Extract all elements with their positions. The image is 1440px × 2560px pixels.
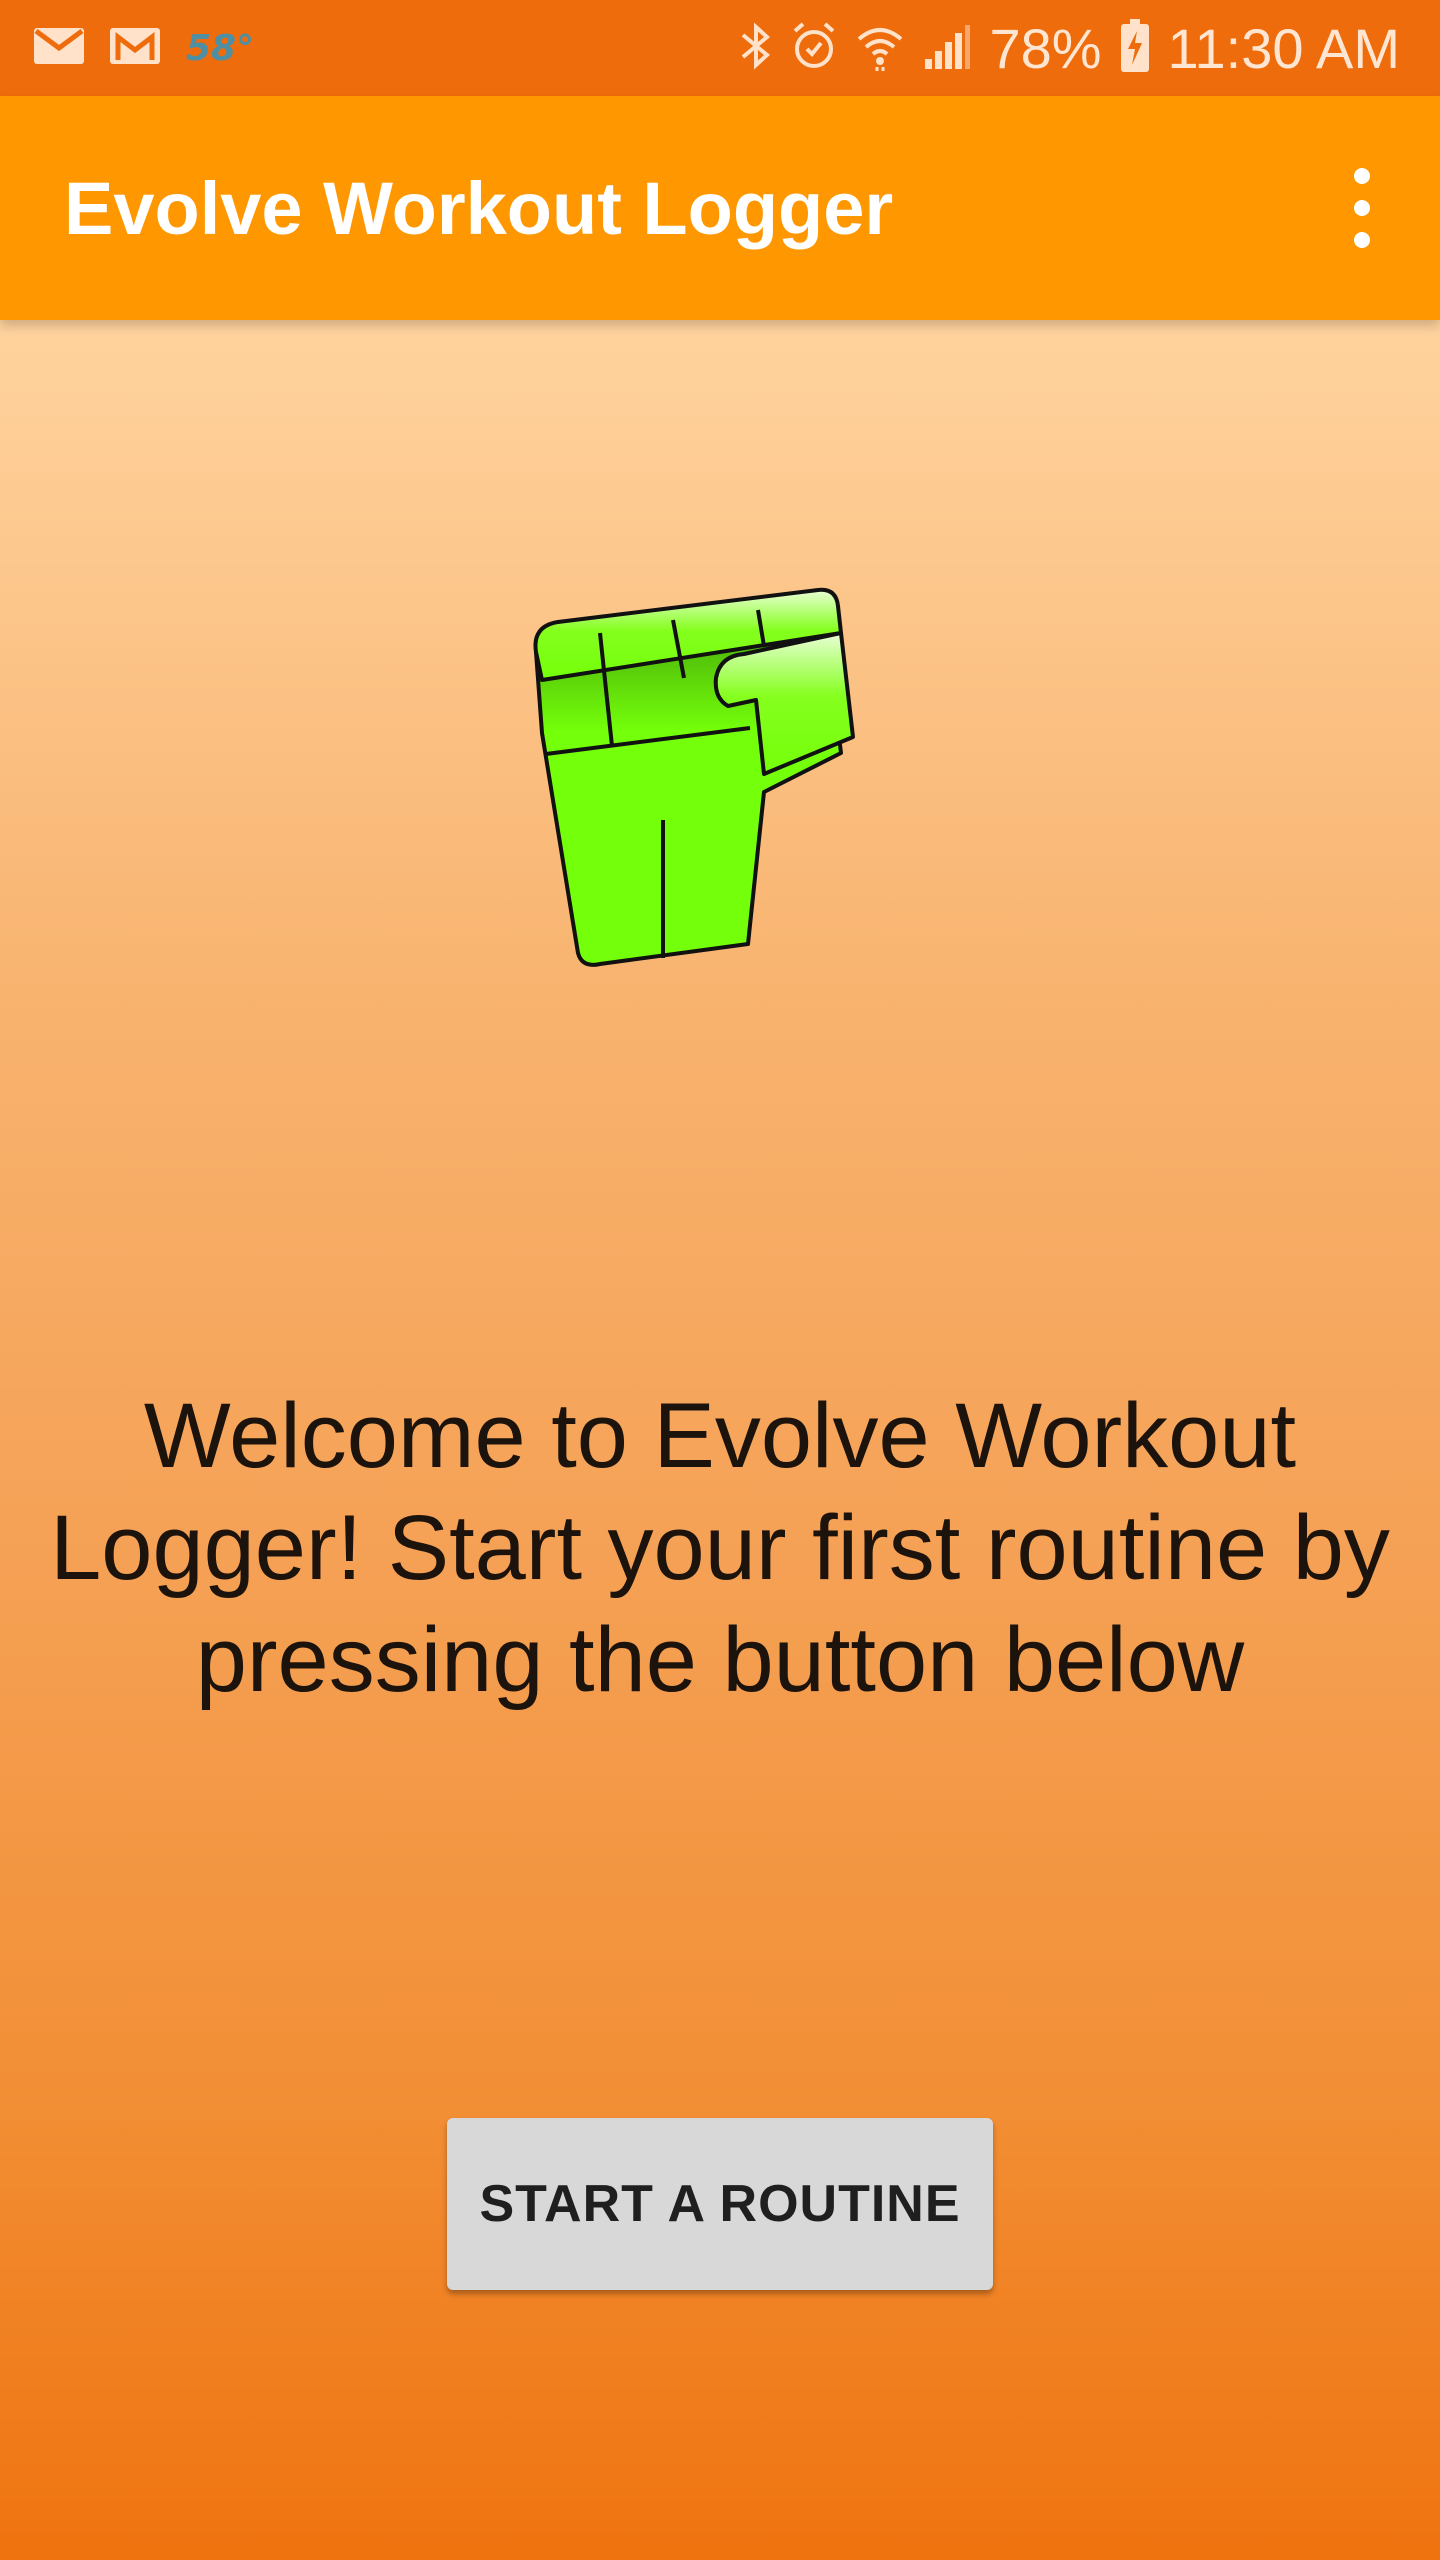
app-title: Evolve Workout Logger (64, 166, 894, 250)
app-bar: Evolve Workout Logger (0, 96, 1440, 320)
weather-temperature: 58° (186, 27, 255, 69)
menu-dot (1354, 232, 1370, 248)
status-bar: 58° 78% 11:30 AM (0, 0, 1440, 96)
alarm-icon (791, 21, 837, 75)
clock: 11:30 AM (1167, 16, 1400, 80)
signal-icon (923, 23, 971, 73)
wifi-icon (855, 21, 905, 75)
email-icon (34, 28, 84, 68)
welcome-message: Welcome to Evolve Workout Logger! Start … (50, 1385, 1390, 1711)
main-content: Welcome to Evolve Workout Logger! Start … (0, 320, 1440, 2560)
battery-charging-icon (1120, 19, 1150, 77)
bluetooth-icon (739, 21, 773, 75)
status-right: 78% 11:30 AM (739, 0, 1400, 96)
start-routine-button[interactable]: START A ROUTINE (447, 2118, 993, 2290)
battery-percentage: 78% (989, 16, 1102, 80)
menu-dot (1354, 200, 1370, 216)
fist-icon (520, 570, 920, 990)
menu-dot (1354, 168, 1370, 184)
more-vert-icon[interactable] (1334, 168, 1390, 248)
status-left: 58° (34, 0, 254, 96)
gmail-icon (110, 28, 160, 68)
